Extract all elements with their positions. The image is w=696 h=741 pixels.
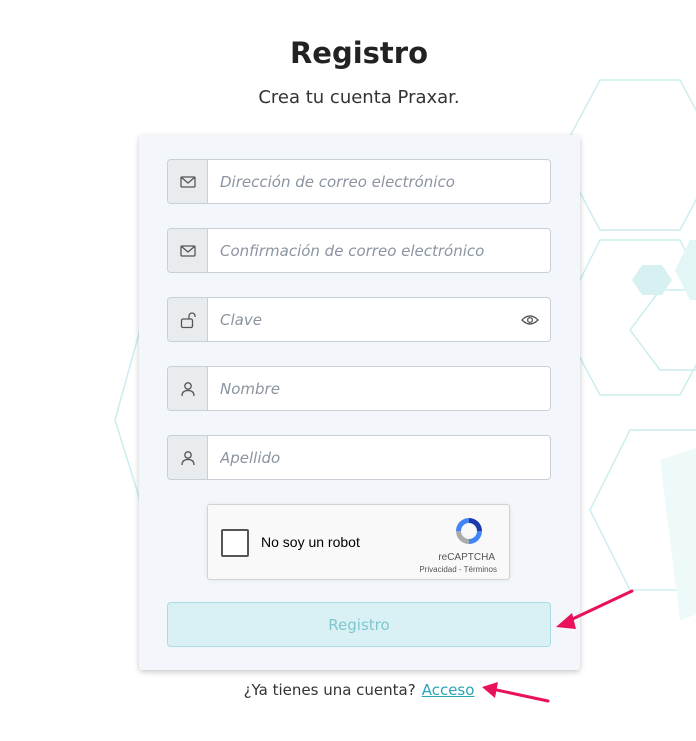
envelope-icon (168, 229, 208, 272)
recaptcha-logo-icon (456, 518, 482, 544)
login-link[interactable]: Acceso (422, 681, 475, 699)
login-prompt: ¿Ya tienes una cuenta? Acceso (0, 681, 696, 699)
register-button[interactable]: Registro (167, 602, 551, 647)
eye-icon[interactable] (510, 298, 550, 341)
password-field-group (167, 297, 551, 342)
recaptcha-widget: No soy un robot reCAPTCHA Privacidad - T… (207, 504, 510, 580)
login-question: ¿Ya tienes una cuenta? (243, 681, 416, 699)
last-name-input[interactable] (208, 436, 550, 479)
email-input[interactable] (208, 160, 550, 203)
first-name-input[interactable] (208, 367, 550, 410)
first-name-field-group (167, 366, 551, 411)
recaptcha-label: No soy un robot (261, 534, 360, 550)
envelope-icon (168, 160, 208, 203)
email-confirm-input[interactable] (208, 229, 550, 272)
last-name-field-group (167, 435, 551, 480)
email-field-group (167, 159, 551, 204)
email-confirm-field-group (167, 228, 551, 273)
unlock-icon (168, 298, 208, 341)
page-title: Registro (289, 36, 429, 70)
recaptcha-terms-link[interactable]: Privacidad - Términos (419, 565, 497, 574)
recaptcha-brand: reCAPTCHA (438, 552, 495, 563)
recaptcha-checkbox[interactable] (221, 529, 249, 557)
page-subtitle: Crea tu cuenta Praxar. (258, 87, 460, 108)
user-icon (168, 367, 208, 410)
password-input[interactable] (208, 298, 510, 341)
user-icon (168, 436, 208, 479)
